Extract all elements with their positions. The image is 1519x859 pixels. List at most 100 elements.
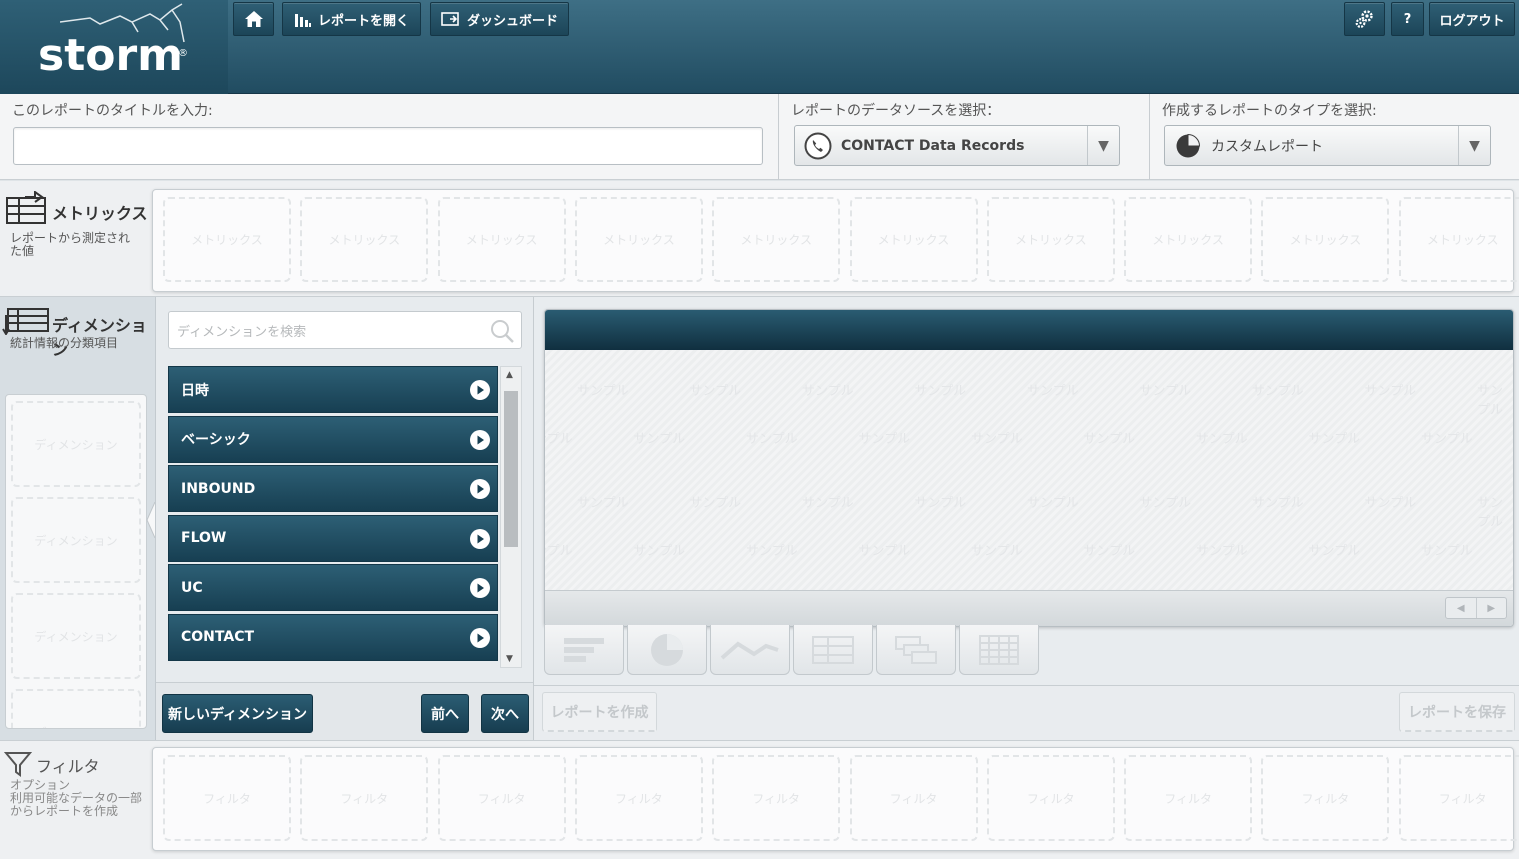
dimension-list-item[interactable]: CONTACT	[168, 613, 498, 661]
play-arrow-icon[interactable]	[470, 528, 490, 549]
preview-sample-body: サンプルサンプルサンプルサンプルサンプルサンプルサンプルサンプルサンプルサンプル…	[545, 350, 1513, 590]
dimension-list-scrollbar[interactable]: ▲ ▼	[500, 366, 522, 668]
dimension-slot[interactable]: ディメンション	[11, 401, 141, 487]
metric-slot[interactable]: メトリックス	[300, 197, 429, 282]
next-button[interactable]: 次へ	[481, 694, 529, 733]
dimension-list-item[interactable]: UC	[168, 564, 498, 612]
search-placeholder: ディメンションを検索	[177, 324, 307, 340]
dimension-list-item[interactable]: ベーシック	[168, 415, 498, 463]
metric-slot[interactable]: メトリックス	[574, 197, 703, 282]
settings-button[interactable]	[1344, 2, 1385, 36]
dimension-column: ディメンション 統計情報の分類項目 ディメンションディメンションディメンションデ…	[0, 297, 156, 740]
metric-slot[interactable]: メトリックス	[849, 197, 978, 282]
filter-slot[interactable]: フィルタ	[849, 755, 978, 841]
dimension-slot[interactable]: ディメンション	[11, 689, 141, 728]
open-report-button[interactable]: レポートを開く	[282, 2, 421, 36]
metrics-description: レポートから測定された値	[10, 231, 131, 258]
logout-button[interactable]: ログアウト	[1429, 2, 1515, 36]
report-type-value: カスタムレポート	[1211, 138, 1323, 155]
sample-watermark: サンプル	[545, 432, 573, 447]
table-icon	[812, 635, 854, 664]
dimension-drop-zone[interactable]: ディメンションディメンションディメンションディメンション	[5, 394, 147, 729]
metric-slot[interactable]: メトリックス	[1124, 197, 1253, 282]
filter-slot[interactable]: フィルタ	[574, 755, 703, 841]
metric-slot[interactable]: メトリックス	[1261, 197, 1390, 282]
sample-watermark: サンプル	[858, 432, 911, 447]
chart-type-pivot[interactable]	[876, 625, 956, 675]
datasource-select[interactable]: CONTACT Data Records ▼	[794, 125, 1120, 166]
chart-type-bar[interactable]	[544, 625, 624, 675]
metric-slot[interactable]: メトリックス	[712, 197, 841, 282]
sample-watermark: サンプル	[1196, 432, 1248, 447]
chart-type-pie[interactable]	[627, 625, 707, 675]
chart-type-table[interactable]	[793, 625, 873, 675]
home-button[interactable]	[233, 2, 274, 36]
help-button[interactable]: ?	[1391, 2, 1424, 36]
play-arrow-icon[interactable]	[470, 578, 490, 599]
metric-slot[interactable]: メトリックス	[163, 197, 291, 282]
report-preview: サンプルサンプルサンプルサンプルサンプルサンプルサンプルサンプルサンプルサンプル…	[544, 309, 1514, 627]
dimension-list-item[interactable]: INBOUND	[168, 465, 498, 513]
filter-drop-zone[interactable]: フィルタ フィルタ フィルタ フィルタ フィルタ フィルタ フィルタ フィルタ フィルタ フィルタ	[152, 747, 1519, 851]
scroll-down-icon[interactable]: ▼	[506, 654, 513, 664]
bar-chart-icon	[564, 637, 604, 662]
play-arrow-icon[interactable]	[470, 429, 490, 450]
sample-watermark: サンプル	[971, 432, 1023, 447]
dimension-slot[interactable]: ディメンション	[11, 497, 141, 583]
sample-watermark: サンプル	[914, 496, 967, 511]
metric-slot[interactable]: メトリックス	[437, 197, 566, 282]
filter-slot[interactable]: フィルタ	[712, 755, 841, 841]
dimension-list-item[interactable]: FLOW	[168, 514, 498, 562]
logo-registered-mark: ®	[178, 48, 188, 59]
dropdown-arrow-icon: ▼	[1458, 126, 1490, 165]
page-next-icon[interactable]: ▶	[1475, 598, 1507, 618]
dimension-slot[interactable]: ディメンション	[11, 593, 141, 679]
report-action-bar: レポートを作成 レポートを保存	[534, 685, 1519, 740]
logo-wordmark: storm	[38, 30, 183, 81]
dimension-icon	[2, 308, 49, 335]
sample-watermark: サンプル	[1477, 496, 1504, 530]
report-type-select[interactable]: カスタムレポート ▼	[1164, 125, 1491, 166]
new-dimension-button[interactable]: 新しいディメンション	[162, 694, 313, 733]
scrollbar-thumb[interactable]	[504, 391, 518, 547]
play-arrow-icon[interactable]	[470, 380, 490, 400]
filter-slot[interactable]: フィルタ	[1124, 755, 1253, 841]
filter-slot[interactable]: フィルタ	[1261, 755, 1390, 841]
page-prev-icon[interactable]: ◀	[1446, 598, 1476, 618]
play-arrow-icon[interactable]	[470, 479, 490, 500]
filter-slot[interactable]: フィルタ	[300, 755, 429, 841]
sample-watermark: サンプル	[1364, 384, 1417, 399]
chart-type-line[interactable]	[710, 625, 790, 675]
scroll-up-icon[interactable]: ▲	[506, 370, 513, 380]
sample-watermark: サンプル	[1027, 496, 1079, 511]
gears-icon	[1355, 10, 1373, 28]
metric-slot[interactable]: メトリックス	[1398, 197, 1519, 282]
chart-type-grid[interactable]	[959, 625, 1039, 675]
title-field: このレポートのタイトルを入力:	[0, 94, 778, 180]
dimension-item-label: UC	[181, 579, 203, 596]
storm-logo[interactable]: storm ®	[0, 0, 228, 94]
metrics-drop-zone[interactable]: メトリックス メトリックス メトリックス メトリックス メトリックス メトリックス メトリッ…	[152, 189, 1519, 292]
save-report-button[interactable]: レポートを保存	[1399, 692, 1515, 732]
report-title-input[interactable]	[13, 127, 763, 165]
dashboard-button[interactable]: ダッシュボード	[430, 2, 569, 36]
filter-slot[interactable]: フィルタ	[986, 755, 1115, 841]
play-arrow-icon[interactable]	[470, 627, 490, 648]
sample-watermark: サンプル	[746, 432, 798, 447]
sample-watermark: サンプル	[1083, 432, 1136, 447]
create-report-button[interactable]: レポートを作成	[542, 692, 657, 732]
sample-watermark: サンプル	[1364, 496, 1417, 511]
preview-pager: ◀ ▶	[1445, 597, 1507, 619]
prev-button[interactable]: 前へ	[421, 694, 469, 733]
metric-slot[interactable]: メトリックス	[986, 197, 1115, 282]
sample-watermark: サンプル	[1477, 384, 1504, 418]
dimension-search-input[interactable]: ディメンションを検索	[168, 311, 522, 349]
pivot-table-icon	[895, 635, 937, 664]
filter-slot[interactable]: フィルタ	[163, 755, 291, 841]
filter-slot[interactable]: フィルタ	[437, 755, 566, 841]
dimension-list-item[interactable]: 日時	[168, 366, 498, 413]
filter-slot[interactable]: フィルタ	[1398, 755, 1519, 841]
dimension-item-label: 日時	[181, 382, 209, 399]
dashboard-icon	[441, 12, 459, 26]
search-icon[interactable]	[489, 318, 515, 344]
